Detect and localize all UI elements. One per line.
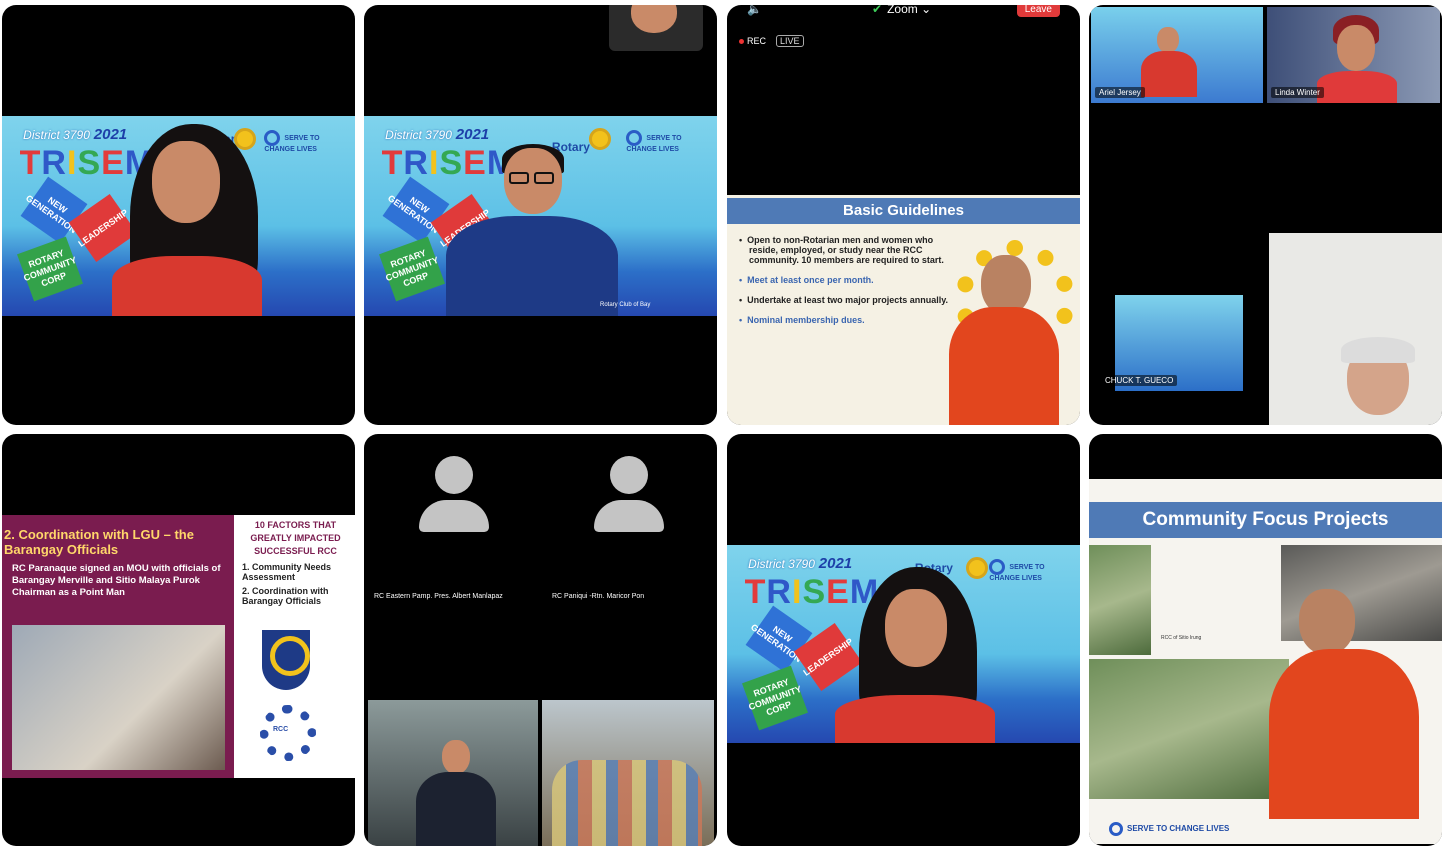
banner-caption: Rotary Club of Bay — [600, 302, 651, 308]
serve-to-change-lives: SERVE TO CHANGE LIVES — [989, 558, 1069, 583]
participant-ariel[interactable]: Ariel Jersey — [1091, 7, 1263, 103]
video-tile-5[interactable]: 2. Coordination with LGU – the Barangay … — [2, 434, 355, 846]
serve-to-change-lives: SERVE TO CHANGE LIVES — [264, 130, 344, 154]
avatar-icon — [589, 456, 669, 532]
speaker-icon[interactable]: 🔈 — [747, 5, 762, 16]
shared-slide: Community Focus Projects RCC of Sitio Ir… — [1089, 479, 1442, 844]
trisem-logo: TRISEM — [381, 144, 515, 182]
slide-title: Basic Guidelines — [727, 198, 1080, 224]
participant-chuck[interactable]: CHUCK T. GUECO — [1101, 295, 1243, 391]
participant-name: CHUCK T. GUECO — [1101, 375, 1178, 386]
video-tile-4[interactable]: Ariel Jersey Linda Winter CHUCK T. GUECO — [1089, 5, 1442, 425]
list-item: Meet at least once per month. — [747, 275, 949, 285]
photo-caption: RCC of Sitio Irung — [1161, 635, 1202, 641]
rotary-logo-icon — [1109, 822, 1123, 836]
year-label: 2021 — [818, 554, 853, 572]
participant-video-group[interactable] — [542, 700, 714, 846]
district-label: District 3790 — [748, 556, 815, 571]
slide-title: Community Focus Projects — [1089, 502, 1442, 538]
participant-video-man[interactable] — [368, 700, 538, 846]
rcc-label: RCC — [273, 726, 289, 733]
trisem-banner: District 3790 2021 TRISEM Rotary SERVE T… — [364, 116, 717, 316]
participant-name: Linda Winter — [1271, 87, 1324, 98]
guidelines-list: Open to non-Rotarian men and women who r… — [747, 235, 949, 335]
list-item: 1. Community Needs Assessment — [242, 562, 332, 582]
card-rcc: ROTARY COMMUNITY CORP — [379, 236, 445, 302]
zoom-menu[interactable]: ✔ Zoom ⌄ — [872, 5, 931, 16]
shared-slide: 2. Coordination with LGU – the Barangay … — [2, 515, 355, 778]
year-label: 2021 — [93, 126, 128, 143]
slide-body: RC Paranaque signed an MOU with official… — [12, 563, 221, 598]
card-rcc: ROTARY COMMUNITY CORP — [17, 236, 83, 302]
avatar-icon — [414, 456, 494, 532]
year-label: 2021 — [455, 126, 490, 143]
video-tile-2[interactable]: District 3790 2021 TRISEM Rotary SERVE T… — [364, 5, 717, 425]
trisem-logo: TRISEM — [744, 572, 880, 611]
serve-to-change-lives: SERVE TO CHANGE LIVES — [626, 130, 706, 154]
video-tile-1[interactable]: District 3790 2021 TRISEM Rotary SERVE T… — [2, 5, 355, 425]
participant-name: Ariel Jersey — [1095, 87, 1145, 98]
serve-to-change-lives: SERVE TO CHANGE LIVES — [1109, 822, 1229, 836]
slide-right-panel: 10 FACTORS THAT GREATLY IMPACTED SUCCESS… — [238, 519, 353, 606]
participant-name: RC Eastern Pamp. Pres. Albert Manlapaz — [374, 593, 503, 600]
live-badge: LIVE — [776, 35, 804, 47]
shared-slide: Basic Guidelines Open to non-Rotarian me… — [727, 195, 1080, 425]
trisem-banner: District 3790 2021 TRISEM Rotary SERVE T… — [727, 545, 1080, 743]
project-photo — [1089, 545, 1151, 655]
slide-left-panel: 2. Coordination with LGU – the Barangay … — [2, 515, 234, 778]
participant-name: RC Paniqui -Rtn. Maricor Pon — [552, 593, 645, 600]
participant-linda[interactable]: Linda Winter — [1267, 7, 1440, 103]
recording-indicator: REC LIVE — [739, 35, 804, 47]
slide-title: 2. Coordination with LGU – the Barangay … — [4, 527, 194, 557]
rotary-wheel-icon — [966, 556, 989, 579]
factors-title: 10 FACTORS THAT GREATLY IMPACTED SUCCESS… — [250, 520, 341, 556]
card-rcc: ROTARY COMMUNITY CORP — [742, 665, 808, 731]
list-item: Open to non-Rotarian men and women who r… — [747, 235, 949, 265]
rcc-logo-icon: RCC — [260, 705, 316, 761]
project-photo — [1089, 659, 1289, 799]
video-tile-7[interactable]: District 3790 2021 TRISEM Rotary SERVE T… — [727, 434, 1080, 846]
self-view-thumbnail — [609, 5, 703, 51]
rotary-logo-icon — [262, 630, 310, 690]
participant-camera[interactable] — [1269, 233, 1442, 425]
trisem-logo: TRISEM — [19, 144, 155, 182]
trisem-banner: District 3790 2021 TRISEM Rotary SERVE T… — [2, 116, 355, 316]
video-tile-3[interactable]: 🔈 ✔ Zoom ⌄ Leave REC LIVE Basic Guidelines… — [727, 5, 1080, 425]
rotary-wheel-icon — [589, 128, 612, 150]
district-label: District 3790 — [23, 128, 90, 142]
leave-button[interactable]: Leave — [1016, 5, 1060, 17]
slide-photo — [12, 625, 225, 770]
list-item: Undertake at least two major projects an… — [747, 295, 949, 305]
video-tile-8[interactable]: Community Focus Projects RCC of Sitio Ir… — [1089, 434, 1442, 846]
district-label: District 3790 — [385, 128, 452, 142]
list-item: 2. Coordination with Barangay Officials — [242, 586, 329, 606]
video-tile-6[interactable]: RC Eastern Pamp. Pres. Albert Manlapaz R… — [364, 434, 717, 846]
list-item: Nominal membership dues. — [747, 315, 949, 325]
check-icon: ✔ — [872, 5, 883, 16]
